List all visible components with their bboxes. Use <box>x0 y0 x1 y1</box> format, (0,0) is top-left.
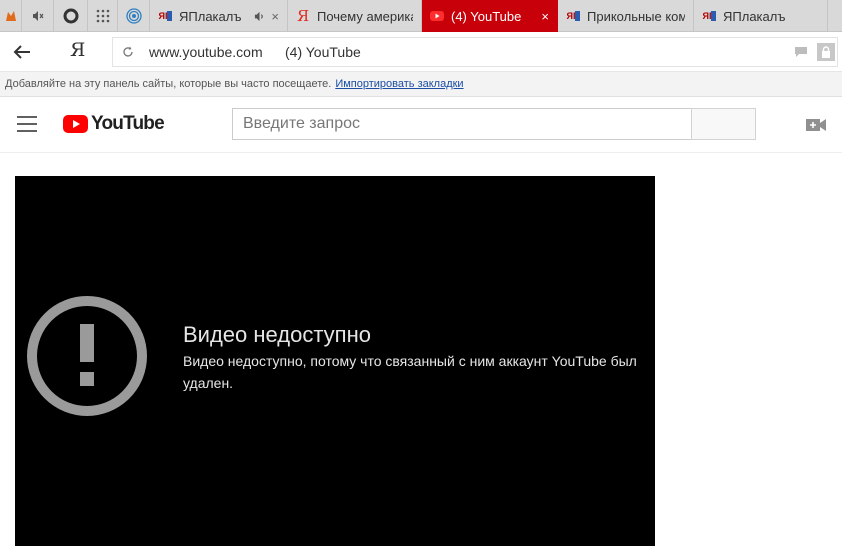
tab-title: ЯПлакалъ <box>179 8 242 24</box>
bookmarks-hint: Добавляйте на эту панель сайты, которые … <box>5 78 464 90</box>
back-button[interactable] <box>10 40 34 64</box>
close-icon[interactable]: × <box>541 9 549 24</box>
browser-menu-button[interactable] <box>0 0 22 32</box>
browser-tab-strip: ЯП ЯПлакалъ × Я Почему америка (4) YouTu… <box>0 0 842 32</box>
youtube-icon <box>430 9 444 23</box>
reload-icon <box>123 46 133 57</box>
search-button[interactable] <box>691 108 756 140</box>
tab-title: Прикольные ком <box>587 8 685 24</box>
url-text: www.youtube.com <box>149 44 263 60</box>
import-bookmarks-link[interactable]: Импортировать закладки <box>335 78 463 90</box>
lock-icon[interactable] <box>817 43 835 61</box>
youtube-header: YouTube <box>0 98 842 153</box>
target-tab-button[interactable] <box>118 0 150 32</box>
youtube-play-icon <box>63 115 88 133</box>
browser-tab[interactable]: ЯП ЯПлакалъ <box>694 0 828 32</box>
target-icon <box>125 8 142 24</box>
yandex-icon: Я <box>296 7 310 25</box>
browser-tab[interactable]: Я Почему америка <box>288 0 422 32</box>
error-message: Видео недоступно, потому что связанный с… <box>183 353 637 391</box>
opera-like-button[interactable] <box>54 0 88 32</box>
mute-tabs-button[interactable] <box>22 0 54 32</box>
hamburger-menu-icon[interactable] <box>17 116 37 132</box>
yaplakal-icon: ЯП <box>566 11 580 21</box>
chat-icon[interactable] <box>795 47 807 57</box>
tab-title: Почему америка <box>317 8 413 24</box>
youtube-logo[interactable]: YouTube <box>63 113 165 135</box>
browser-tab-active[interactable]: (4) YouTube × <box>422 0 558 32</box>
speaker-icon[interactable] <box>254 11 265 22</box>
error-title: Видео недоступно <box>183 322 371 347</box>
close-icon[interactable]: × <box>271 9 279 24</box>
grid-icon <box>96 9 109 23</box>
bookmarks-bar: Добавляйте на эту панель сайты, которые … <box>0 71 842 97</box>
search-input[interactable] <box>232 108 692 140</box>
video-player[interactable]: Видео недоступно Видео недоступно, потом… <box>15 176 655 546</box>
video-camera-icon[interactable] <box>806 118 826 132</box>
speaker-muted-icon <box>32 11 43 21</box>
tab-title: (4) YouTube <box>451 8 522 24</box>
exclamation-circle-icon <box>27 296 147 416</box>
browser-tab[interactable]: ЯП ЯПлакалъ × <box>150 0 288 32</box>
reload-button[interactable] <box>121 45 135 59</box>
page-title: (4) YouTube <box>285 44 361 60</box>
fox-icon <box>5 11 16 21</box>
arrow-left-icon <box>13 45 30 59</box>
browser-address-bar: Я www.youtube.com (4) YouTube <box>0 33 842 71</box>
ring-icon <box>63 8 78 24</box>
url-field[interactable]: www.youtube.com (4) YouTube <box>112 37 838 67</box>
tab-title: ЯПлакалъ <box>723 8 786 24</box>
youtube-logo-text: YouTube <box>91 113 165 134</box>
yaplakal-icon: ЯП <box>702 11 716 21</box>
apps-grid-button[interactable] <box>88 0 118 32</box>
yaplakal-icon: ЯП <box>158 11 172 21</box>
yandex-logo-button[interactable]: Я <box>70 39 85 61</box>
bookmarks-hint-text: Добавляйте на эту панель сайты, которые … <box>5 78 332 90</box>
browser-tab[interactable]: ЯП Прикольные ком <box>558 0 694 32</box>
